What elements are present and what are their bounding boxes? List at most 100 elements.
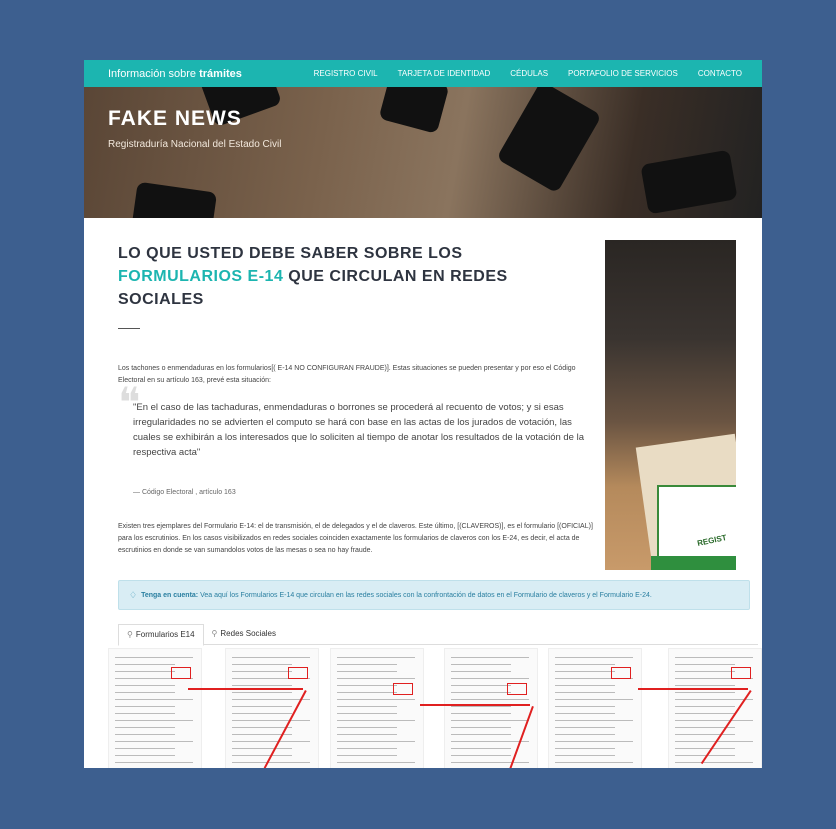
phone-image (130, 181, 218, 218)
lightbulb-icon: ♢ (129, 589, 138, 600)
form-line (232, 748, 292, 749)
tab-redes-sociales[interactable]: ⚲ Redes Sociales (204, 624, 284, 644)
article-headline: LO QUE USTED DEBE SABER SOBRE LOS FORMUL… (118, 242, 578, 311)
form-line (337, 692, 397, 693)
brand-bold: trámites (199, 67, 242, 80)
form-line (115, 664, 175, 665)
comparison-arrow (638, 688, 748, 690)
ballot-box-photo: REGIST (605, 240, 736, 570)
quote-citation: — Código Electoral , artículo 163 (133, 489, 236, 496)
form-thumbnail[interactable] (668, 648, 762, 768)
content-tabs: ⚲ Formularios E14 ⚲ Redes Sociales (118, 624, 758, 646)
form-line (675, 748, 735, 749)
form-line (555, 713, 615, 714)
form-line (115, 720, 193, 721)
body-paragraph: Existen tres ejemplares del Formulario E… (118, 523, 593, 554)
form-line (451, 699, 529, 700)
nav-link-tarjeta-identidad[interactable]: TARJETA DE IDENTIDAD (398, 69, 491, 78)
nav-link-portafolio[interactable]: PORTAFOLIO DE SERVICIOS (568, 69, 678, 78)
form-line (555, 692, 615, 693)
form-line (337, 720, 415, 721)
form-line (675, 671, 735, 672)
tab-formularios-e14[interactable]: ⚲ Formularios E14 (118, 624, 204, 646)
form-line (451, 685, 511, 686)
form-line (232, 755, 292, 756)
highlight-box (611, 667, 631, 679)
form-line (115, 685, 175, 686)
form-line (115, 762, 193, 763)
form-line (451, 678, 529, 679)
form-line (555, 699, 633, 700)
blockquote: "En el caso de las tachaduras, enmendadu… (133, 402, 584, 458)
form-line (451, 727, 511, 728)
form-line (337, 762, 415, 763)
tab-label: Redes Sociales (220, 629, 276, 638)
form-line (451, 734, 511, 735)
phone-image (378, 87, 450, 134)
form-line (675, 713, 735, 714)
form-line (675, 664, 735, 665)
alert-bold: Tenga en cuenta: (141, 591, 199, 599)
page: Información sobre trámites REGISTRO CIVI… (84, 60, 762, 768)
tab-label: Formularios E14 (135, 630, 195, 639)
form-line (675, 699, 753, 700)
form-line (232, 685, 292, 686)
brand-logo[interactable]: Información sobre trámites (108, 68, 274, 80)
nav-link-contacto[interactable]: CONTACTO (698, 69, 742, 78)
form-line (232, 671, 292, 672)
highlight-box (731, 667, 751, 679)
form-line (555, 706, 615, 707)
form-line (555, 741, 633, 742)
hero-subtitle: Registraduría Nacional del Estado Civil (108, 139, 282, 150)
form-line (232, 741, 310, 742)
form-line (115, 713, 175, 714)
form-line (555, 734, 615, 735)
form-line (115, 734, 175, 735)
form-line (115, 748, 175, 749)
form-line (675, 734, 735, 735)
form-line (451, 713, 511, 714)
form-line (451, 671, 511, 672)
highlight-box (288, 667, 308, 679)
form-line (555, 748, 615, 749)
form-line (451, 741, 529, 742)
nav-link-cedulas[interactable]: CÉDULAS (510, 69, 548, 78)
form-line (232, 727, 292, 728)
form-line (451, 657, 529, 658)
user-icon: ⚲ (127, 630, 133, 639)
nav-link-registro-civil[interactable]: REGISTRO CIVIL (314, 69, 378, 78)
box-stripe (651, 556, 736, 570)
form-line (555, 685, 615, 686)
form-line (555, 762, 633, 763)
form-thumbnail[interactable] (330, 648, 424, 768)
hero-banner: FAKE NEWS Registraduría Nacional del Est… (84, 87, 762, 218)
form-thumbnail[interactable] (108, 648, 202, 768)
form-line (232, 713, 292, 714)
form-line (337, 657, 415, 658)
form-line (115, 727, 175, 728)
form-line (451, 762, 529, 763)
form-line (115, 671, 175, 672)
form-line (337, 699, 415, 700)
form-line (675, 706, 735, 707)
form-line (555, 664, 615, 665)
form-line (451, 720, 529, 721)
form-line (337, 755, 397, 756)
form-line (555, 755, 615, 756)
form-line (337, 685, 397, 686)
form-thumbnail[interactable] (548, 648, 642, 768)
form-thumbnail[interactable] (444, 648, 538, 768)
phone-image (640, 149, 738, 215)
form-line (115, 706, 175, 707)
form-line (337, 671, 397, 672)
alert-text: Vea aquí los Formularios E-14 que circul… (200, 591, 652, 599)
user-icon: ⚲ (211, 629, 218, 638)
form-line (232, 720, 310, 721)
form-line (555, 727, 615, 728)
form-line (337, 713, 397, 714)
comparison-arrow (188, 688, 303, 690)
form-line (555, 671, 615, 672)
form-line (232, 762, 310, 763)
form-line (451, 748, 511, 749)
info-alert: ♢ Tenga en cuenta: Vea aquí los Formular… (118, 580, 750, 610)
